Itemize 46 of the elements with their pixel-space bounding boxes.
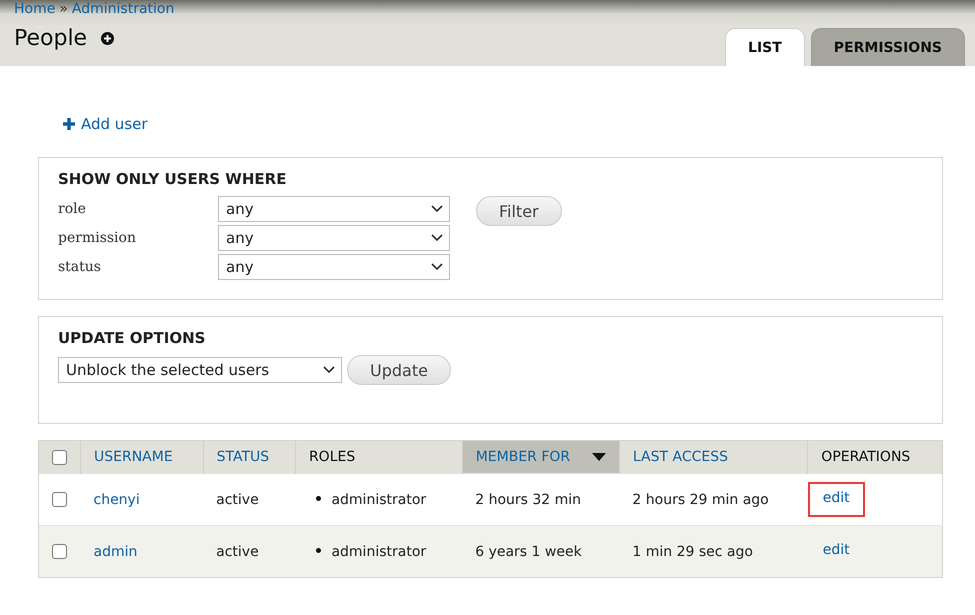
- filter-legend: SHOW ONLY USERS WHERE: [58, 170, 923, 188]
- username-link[interactable]: admin: [94, 544, 138, 560]
- row-checkbox[interactable]: [52, 492, 67, 508]
- filter-select[interactable]: any: [218, 196, 450, 222]
- column-header[interactable]: LAST ACCESS: [619, 440, 808, 474]
- role-text: administrator: [331, 492, 426, 508]
- update-legend: UPDATE OPTIONS: [58, 329, 923, 347]
- column-header: ROLES: [295, 440, 462, 474]
- filter-label: status: [58, 259, 102, 275]
- row-checkbox[interactable]: [52, 544, 67, 560]
- filter-select[interactable]: any: [218, 225, 450, 251]
- add-shortcut-icon[interactable]: [101, 32, 114, 45]
- select-all-checkbox[interactable]: [52, 450, 67, 465]
- last-access-text: 1 min 29 sec ago: [632, 544, 753, 560]
- chevron-down-icon: [431, 205, 443, 213]
- add-user-link[interactable]: Add user: [63, 115, 148, 133]
- chevron-down-icon: [323, 366, 335, 374]
- filter-button[interactable]: Filter: [476, 196, 562, 226]
- update-select[interactable]: Unblock the selected users: [58, 357, 342, 383]
- member-for-text: 6 years 1 week: [475, 544, 582, 560]
- chevron-down-icon: [431, 263, 443, 271]
- breadcrumb-separator: »: [59, 0, 68, 18]
- column-header: OPERATIONS: [808, 440, 942, 474]
- filter-label: role: [58, 201, 87, 217]
- plus-icon: [63, 118, 75, 130]
- role-text: administrator: [331, 544, 426, 560]
- update-button[interactable]: Update: [347, 355, 451, 385]
- bullet-icon: [316, 496, 322, 502]
- edit-link[interactable]: edit: [808, 534, 865, 569]
- column-header[interactable]: MEMBER FOR: [462, 440, 620, 474]
- status-text: active: [216, 544, 259, 560]
- member-for-text: 2 hours 32 min: [475, 492, 582, 508]
- tab[interactable]: PERMISSIONS: [810, 28, 965, 66]
- column-header[interactable]: STATUS: [203, 440, 296, 474]
- column-header[interactable]: USERNAME: [80, 440, 204, 474]
- page-title: People: [14, 26, 88, 51]
- last-access-text: 2 hours 29 min ago: [632, 492, 769, 508]
- status-text: active: [216, 492, 259, 508]
- sort-descending-icon: [592, 453, 606, 461]
- bullet-icon: [316, 548, 322, 554]
- username-link[interactable]: chenyi: [94, 492, 140, 508]
- filter-select[interactable]: any: [218, 254, 450, 280]
- filter-label: permission: [58, 230, 137, 246]
- chevron-down-icon: [431, 234, 443, 242]
- tab[interactable]: LIST: [725, 28, 805, 66]
- edit-link[interactable]: edit: [808, 482, 865, 517]
